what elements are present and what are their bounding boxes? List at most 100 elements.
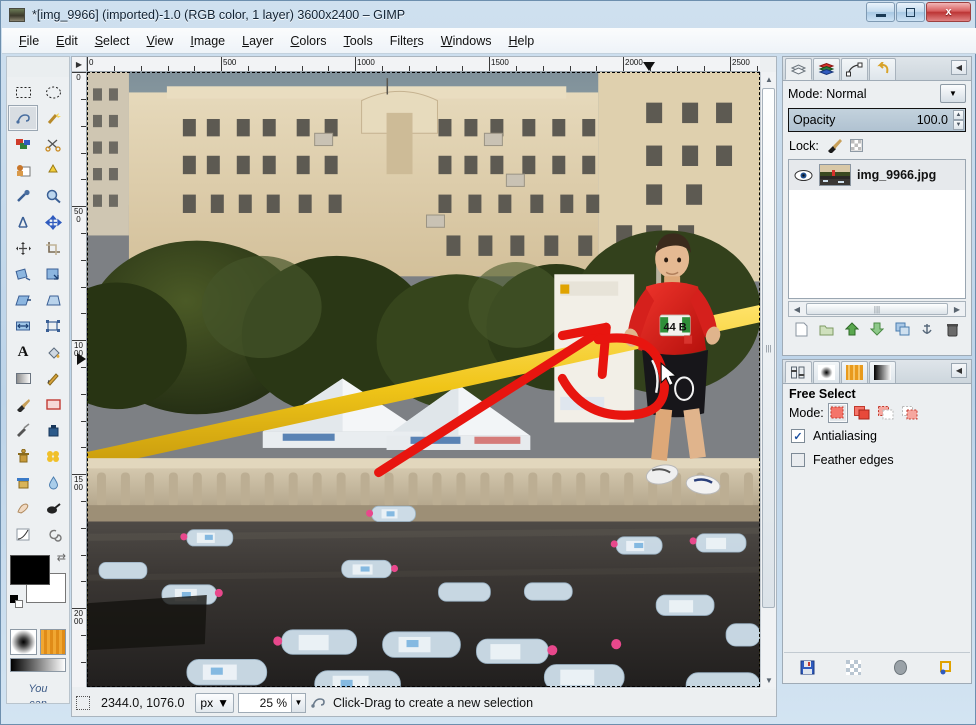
scroll-right-icon[interactable]: ▶ xyxy=(949,302,965,316)
minimize-button[interactable] xyxy=(866,2,895,22)
cage-transform-icon[interactable] xyxy=(38,313,68,339)
quick-mask-icon[interactable] xyxy=(76,695,90,710)
channels-tab[interactable] xyxy=(813,58,840,80)
anchor-layer-icon[interactable] xyxy=(917,320,937,338)
by-color-select-icon[interactable] xyxy=(8,131,38,157)
delete-tool-preset-icon[interactable] xyxy=(890,659,910,677)
foreground-color-swatch[interactable] xyxy=(10,555,50,585)
menu-view[interactable]: View xyxy=(138,31,181,51)
opacity-spinner[interactable]: ▲ ▼ xyxy=(953,110,964,130)
menu-tools[interactable]: Tools xyxy=(336,31,381,51)
lock-alpha-icon[interactable] xyxy=(849,139,863,152)
text-icon[interactable]: A xyxy=(8,339,38,365)
bucket-fill-icon[interactable] xyxy=(38,339,68,365)
color-picker-icon[interactable] xyxy=(8,183,38,209)
paintbrush-icon[interactable] xyxy=(8,391,38,417)
vscroll-thumb[interactable]: ||| xyxy=(762,88,775,608)
shear-icon[interactable] xyxy=(8,287,38,313)
menu-layer[interactable]: Layer xyxy=(234,31,281,51)
free-select-icon[interactable] xyxy=(8,105,38,131)
layer-hscroll-thumb[interactable]: ||| xyxy=(806,303,948,315)
fuzzy-select-icon[interactable] xyxy=(38,105,68,131)
brushes-tab[interactable] xyxy=(813,361,840,383)
perspective-clone-icon[interactable] xyxy=(8,469,38,495)
perspective-icon[interactable] xyxy=(38,287,68,313)
delete-layer-icon[interactable] xyxy=(942,320,962,338)
replace-selection-icon[interactable] xyxy=(827,403,848,423)
reset-tool-options-icon[interactable] xyxy=(937,659,957,677)
menu-edit[interactable]: Edit xyxy=(48,31,86,51)
image-canvas[interactable]: 44 B xyxy=(87,72,760,687)
measure-icon[interactable] xyxy=(8,209,38,235)
spinner-up-icon[interactable]: ▲ xyxy=(953,110,964,120)
menu-help[interactable]: Help xyxy=(500,31,542,51)
layer-row[interactable]: img_9966.jpg xyxy=(789,160,965,190)
scissors-select-icon[interactable] xyxy=(38,131,68,157)
zoom-icon[interactable] xyxy=(38,183,68,209)
menu-windows[interactable]: Windows xyxy=(433,31,500,51)
rect-select-icon[interactable] xyxy=(8,79,38,105)
ellipse-select-icon[interactable] xyxy=(38,79,68,105)
smudge-icon[interactable] xyxy=(8,495,38,521)
gradients-tab[interactable] xyxy=(869,361,896,383)
alignment-icon[interactable] xyxy=(8,235,38,261)
restore-tool-preset-icon[interactable] xyxy=(844,659,864,677)
curves-icon[interactable] xyxy=(8,521,38,547)
new-layer-group-icon[interactable] xyxy=(817,320,837,338)
menu-colors[interactable]: Colors xyxy=(282,31,334,51)
pattern-swatch[interactable] xyxy=(39,629,66,655)
layer-mode-dropdown[interactable]: ▼ xyxy=(940,84,966,103)
flip-icon[interactable] xyxy=(8,313,38,339)
ruler-unit-button[interactable]: ▶ xyxy=(72,57,87,72)
move-icon[interactable] xyxy=(38,209,68,235)
intersect-with-selection-icon[interactable] xyxy=(900,403,920,423)
dock-menu-button[interactable]: ◀ xyxy=(951,60,967,75)
new-layer-icon[interactable] xyxy=(792,320,812,338)
maximize-button[interactable] xyxy=(896,2,925,22)
lower-layer-icon[interactable] xyxy=(867,320,887,338)
scroll-left-icon[interactable]: ◀ xyxy=(789,302,805,316)
scroll-up-icon[interactable]: ▲ xyxy=(761,72,777,86)
horizontal-ruler[interactable]: 0 500 1000 1500 2000 2500 xyxy=(87,57,760,72)
heal-icon[interactable] xyxy=(38,443,68,469)
eraser-icon[interactable] xyxy=(38,391,68,417)
spinner-down-icon[interactable]: ▼ xyxy=(953,120,964,130)
close-button[interactable]: x xyxy=(926,2,971,22)
rotate-icon[interactable] xyxy=(8,261,38,287)
scale-icon[interactable] xyxy=(38,261,68,287)
clone-icon[interactable] xyxy=(8,443,38,469)
gradient-icon[interactable] xyxy=(8,365,38,391)
antialiasing-option[interactable]: ✓ Antialiasing xyxy=(783,424,971,448)
airbrush-icon[interactable] xyxy=(8,417,38,443)
spiral-icon[interactable] xyxy=(38,521,68,547)
pencil-icon[interactable] xyxy=(38,365,68,391)
duplicate-layer-icon[interactable] xyxy=(892,320,912,338)
vertical-ruler[interactable]: 0 500 1000 1500 2000 xyxy=(72,72,87,687)
foreground-select-icon[interactable] xyxy=(8,157,38,183)
canvas-vertical-scrollbar[interactable]: ▲ ||| ▼ xyxy=(760,72,776,687)
save-tool-preset-icon[interactable] xyxy=(797,659,817,677)
scroll-down-icon[interactable]: ▼ xyxy=(761,673,777,687)
dock-menu-button[interactable]: ◀ xyxy=(951,363,967,378)
dodge-burn-icon[interactable] xyxy=(38,495,68,521)
swap-colors-icon[interactable]: ⇄ xyxy=(57,551,66,564)
menu-select[interactable]: Select xyxy=(87,31,138,51)
reset-colors-icon[interactable] xyxy=(10,595,24,609)
menu-file[interactable]: FFileile xyxy=(11,31,47,51)
ink-icon[interactable] xyxy=(38,417,68,443)
eye-icon[interactable] xyxy=(794,169,813,182)
menu-filters[interactable]: Filters xyxy=(382,31,432,51)
layers-tab[interactable] xyxy=(785,58,812,80)
zoom-selector[interactable]: 25 % ▼ xyxy=(238,692,306,713)
tool-options-tab[interactable] xyxy=(785,361,812,383)
chevron-down-icon[interactable]: ▼ xyxy=(291,693,305,712)
antialiasing-checkbox[interactable]: ✓ xyxy=(791,429,805,443)
menu-image[interactable]: Image xyxy=(182,31,233,51)
paths-icon[interactable] xyxy=(38,157,68,183)
raise-layer-icon[interactable] xyxy=(842,320,862,338)
crop-icon[interactable] xyxy=(38,235,68,261)
layer-opacity-row[interactable]: Opacity 100.0 ▲ ▼ xyxy=(788,108,966,132)
undo-history-tab[interactable] xyxy=(869,58,896,80)
blur-sharpen-icon[interactable] xyxy=(38,469,68,495)
feather-edges-option[interactable]: ✓ Feather edges xyxy=(783,448,971,472)
